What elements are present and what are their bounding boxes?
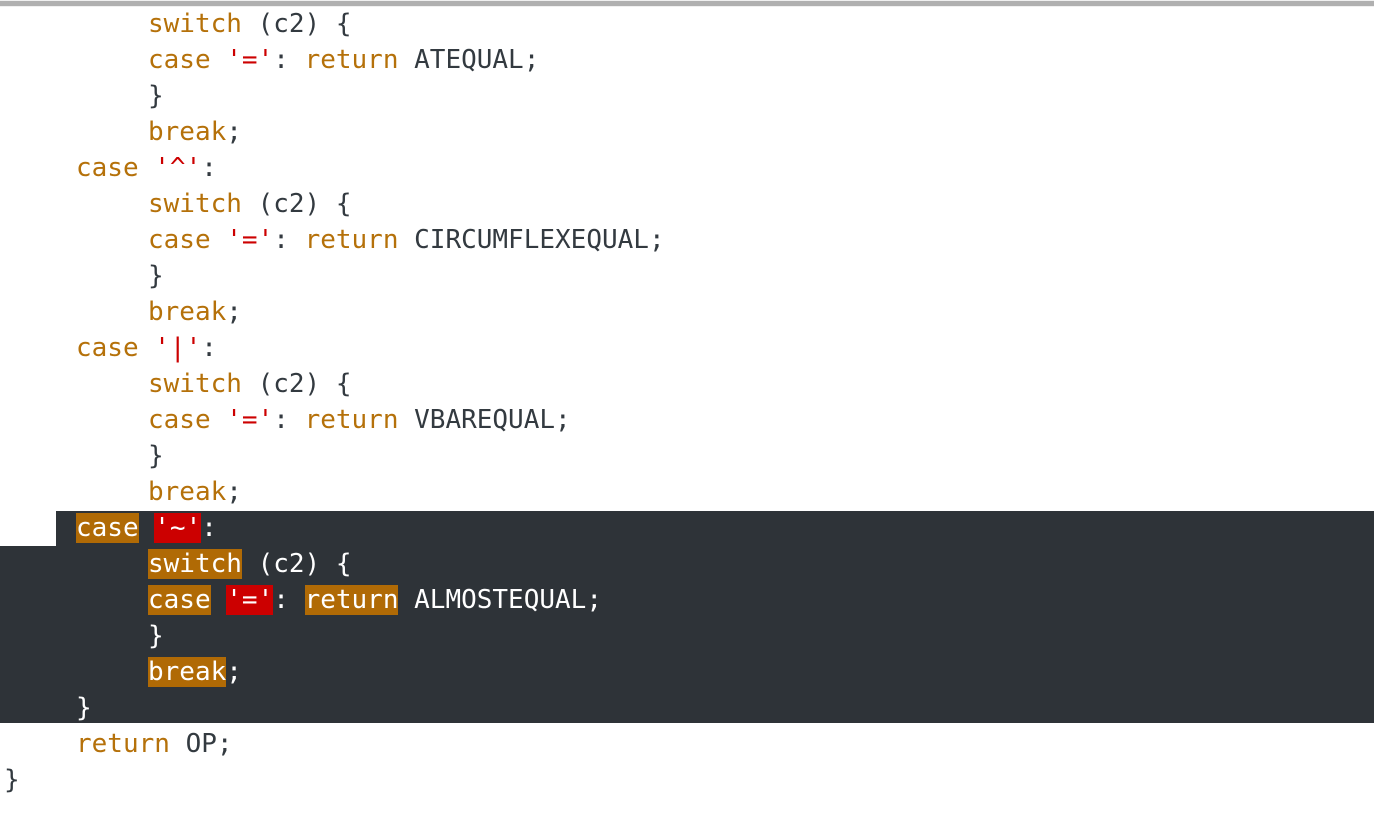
code-token-ident: ALMOSTEQUAL: [414, 585, 587, 615]
code-token-punct: :: [273, 405, 305, 435]
code-token-kw: switch: [148, 189, 242, 219]
code-token-char: '=': [226, 585, 274, 615]
code-token-kw: case: [148, 585, 211, 615]
code-token-plain: (c2) {: [241, 369, 352, 399]
code-line[interactable]: break;: [4, 114, 242, 150]
code-token-char: '^': [154, 153, 202, 183]
code-token-ident: CIRCUMFLEXEQUAL: [414, 225, 649, 255]
code-token-char: '=': [226, 225, 274, 255]
code-token-punct: }: [4, 765, 20, 795]
code-token-kw: return: [76, 729, 170, 759]
code-token-punct: :: [201, 513, 217, 543]
code-line[interactable]: }: [4, 762, 20, 798]
code-line[interactable]: break;: [4, 654, 242, 690]
code-token-punct: }: [148, 441, 164, 471]
code-token-kw: case: [76, 153, 139, 183]
code-token-punct: :: [273, 585, 305, 615]
code-line[interactable]: }: [4, 618, 164, 654]
code-token-ident: ATEQUAL: [414, 45, 524, 75]
code-token-punct: :: [273, 225, 305, 255]
code-token-kw: return: [304, 225, 399, 255]
code-line[interactable]: }: [4, 78, 164, 114]
code-token-kw: case: [148, 405, 211, 435]
code-token-punct: ;: [648, 225, 665, 255]
code-line[interactable]: case '^':: [4, 150, 217, 186]
code-line[interactable]: case '=': return ALMOSTEQUAL;: [4, 582, 602, 618]
code-token-punct: ;: [555, 405, 571, 435]
code-line[interactable]: case '|':: [4, 330, 217, 366]
code-token-kw: switch: [148, 369, 242, 399]
code-line[interactable]: }: [4, 438, 164, 474]
code-token-punct: ;: [216, 729, 233, 759]
code-token-plain: (c2) {: [241, 189, 352, 219]
code-token-punct: ;: [226, 297, 242, 327]
code-token-ident: OP: [185, 729, 217, 759]
code-token-char: '=': [226, 405, 274, 435]
code-token-plain: (c2) {: [241, 9, 352, 39]
code-token-ident: VBAREQUAL: [414, 405, 556, 435]
code-token-punct: ;: [523, 45, 540, 75]
code-token-char: '=': [226, 45, 274, 75]
code-token-kw: case: [148, 225, 211, 255]
code-line[interactable]: }: [4, 690, 92, 726]
code-line[interactable]: case '=': return CIRCUMFLEXEQUAL;: [4, 222, 665, 258]
code-token-kw: return: [304, 45, 399, 75]
code-token-punct: }: [148, 81, 164, 111]
code-line[interactable]: case '=': return VBAREQUAL;: [4, 402, 571, 438]
code-line[interactable]: case '~':: [4, 510, 217, 546]
code-token-kw: case: [76, 333, 139, 363]
code-token-punct: }: [76, 693, 92, 723]
code-token-punct: ;: [226, 657, 242, 687]
code-line[interactable]: break;: [4, 294, 242, 330]
code-line[interactable]: switch (c2) {: [4, 186, 352, 222]
code-line[interactable]: case '=': return ATEQUAL;: [4, 42, 539, 78]
code-line[interactable]: switch (c2) {: [4, 366, 352, 402]
code-token-char: '~': [154, 513, 202, 543]
code-token-plain: (c2) {: [241, 549, 352, 579]
code-token-punct: }: [148, 621, 164, 651]
code-token-kw: break: [148, 657, 227, 687]
code-token-kw: break: [148, 477, 227, 507]
code-line[interactable]: switch (c2) {: [4, 546, 352, 582]
code-token-punct: ;: [226, 477, 242, 507]
code-token-kw: return: [304, 585, 399, 615]
code-token-kw: break: [148, 117, 227, 147]
code-token-punct: ;: [586, 585, 602, 615]
code-token-punct: }: [148, 261, 164, 291]
code-token-kw: return: [304, 405, 399, 435]
code-token-punct: :: [201, 153, 217, 183]
code-text-layer[interactable]: switch (c2) {case '=': return ATEQUAL;} b…: [0, 0, 1374, 826]
code-line[interactable]: break;: [4, 474, 242, 510]
code-token-kw: break: [148, 297, 227, 327]
code-token-kw: case: [76, 513, 139, 543]
code-token-kw: switch: [148, 549, 242, 579]
code-editor-view[interactable]: switch (c2) {case '=': return ATEQUAL;} b…: [0, 0, 1374, 826]
code-token-kw: switch: [148, 9, 242, 39]
code-line[interactable]: switch (c2) {: [4, 6, 352, 42]
code-token-punct: :: [273, 45, 305, 75]
code-token-punct: :: [201, 333, 217, 363]
code-token-punct: ;: [226, 117, 242, 147]
code-line[interactable]: return OP;: [4, 726, 233, 762]
code-line[interactable]: }: [4, 258, 164, 294]
code-token-kw: case: [148, 45, 211, 75]
code-token-char: '|': [154, 333, 202, 363]
